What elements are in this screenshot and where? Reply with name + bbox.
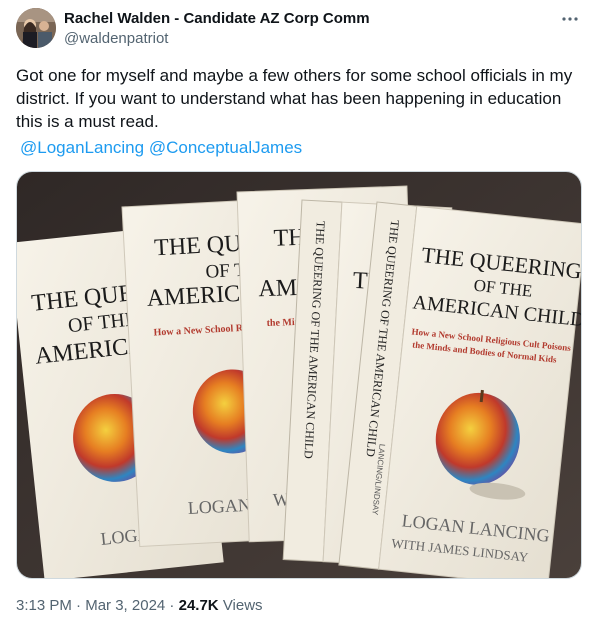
books-photo: THE QUEERING OF THE AMERICAN CHILD LOGAN… xyxy=(17,172,581,578)
meta-separator: · xyxy=(71,597,86,614)
meta-separator: · xyxy=(165,597,179,614)
tweet-mentions: @LoganLancing @ConceptualJames xyxy=(20,136,302,159)
mention-link[interactable]: @LoganLancing xyxy=(20,138,144,157)
views-label: Views xyxy=(222,597,263,614)
tweet-header: Rachel Walden - Candidate AZ Corp Comm @… xyxy=(64,9,558,49)
display-name[interactable]: Rachel Walden - Candidate AZ Corp Comm xyxy=(64,9,558,29)
mention-link[interactable]: @ConceptualJames xyxy=(149,138,302,157)
tweet-meta: 3:13 PM · Mar 3, 2024 · 24.7K Views xyxy=(16,596,263,616)
views-count: 24.7K xyxy=(178,597,219,614)
more-options-button[interactable] xyxy=(560,10,580,30)
avatar[interactable] xyxy=(16,8,56,48)
tweet-media-photo[interactable]: THE QUEERING OF THE AMERICAN CHILD LOGAN… xyxy=(16,171,582,579)
more-horizontal-icon xyxy=(562,17,578,21)
tweet-time[interactable]: 3:13 PM xyxy=(16,597,72,614)
tweet-date[interactable]: Mar 3, 2024 xyxy=(85,597,165,614)
user-handle[interactable]: @waldenpatriot xyxy=(64,29,558,49)
tweet-text: Got one for myself and maybe a few other… xyxy=(16,66,573,131)
tweet: Rachel Walden - Candidate AZ Corp Comm @… xyxy=(0,0,598,626)
